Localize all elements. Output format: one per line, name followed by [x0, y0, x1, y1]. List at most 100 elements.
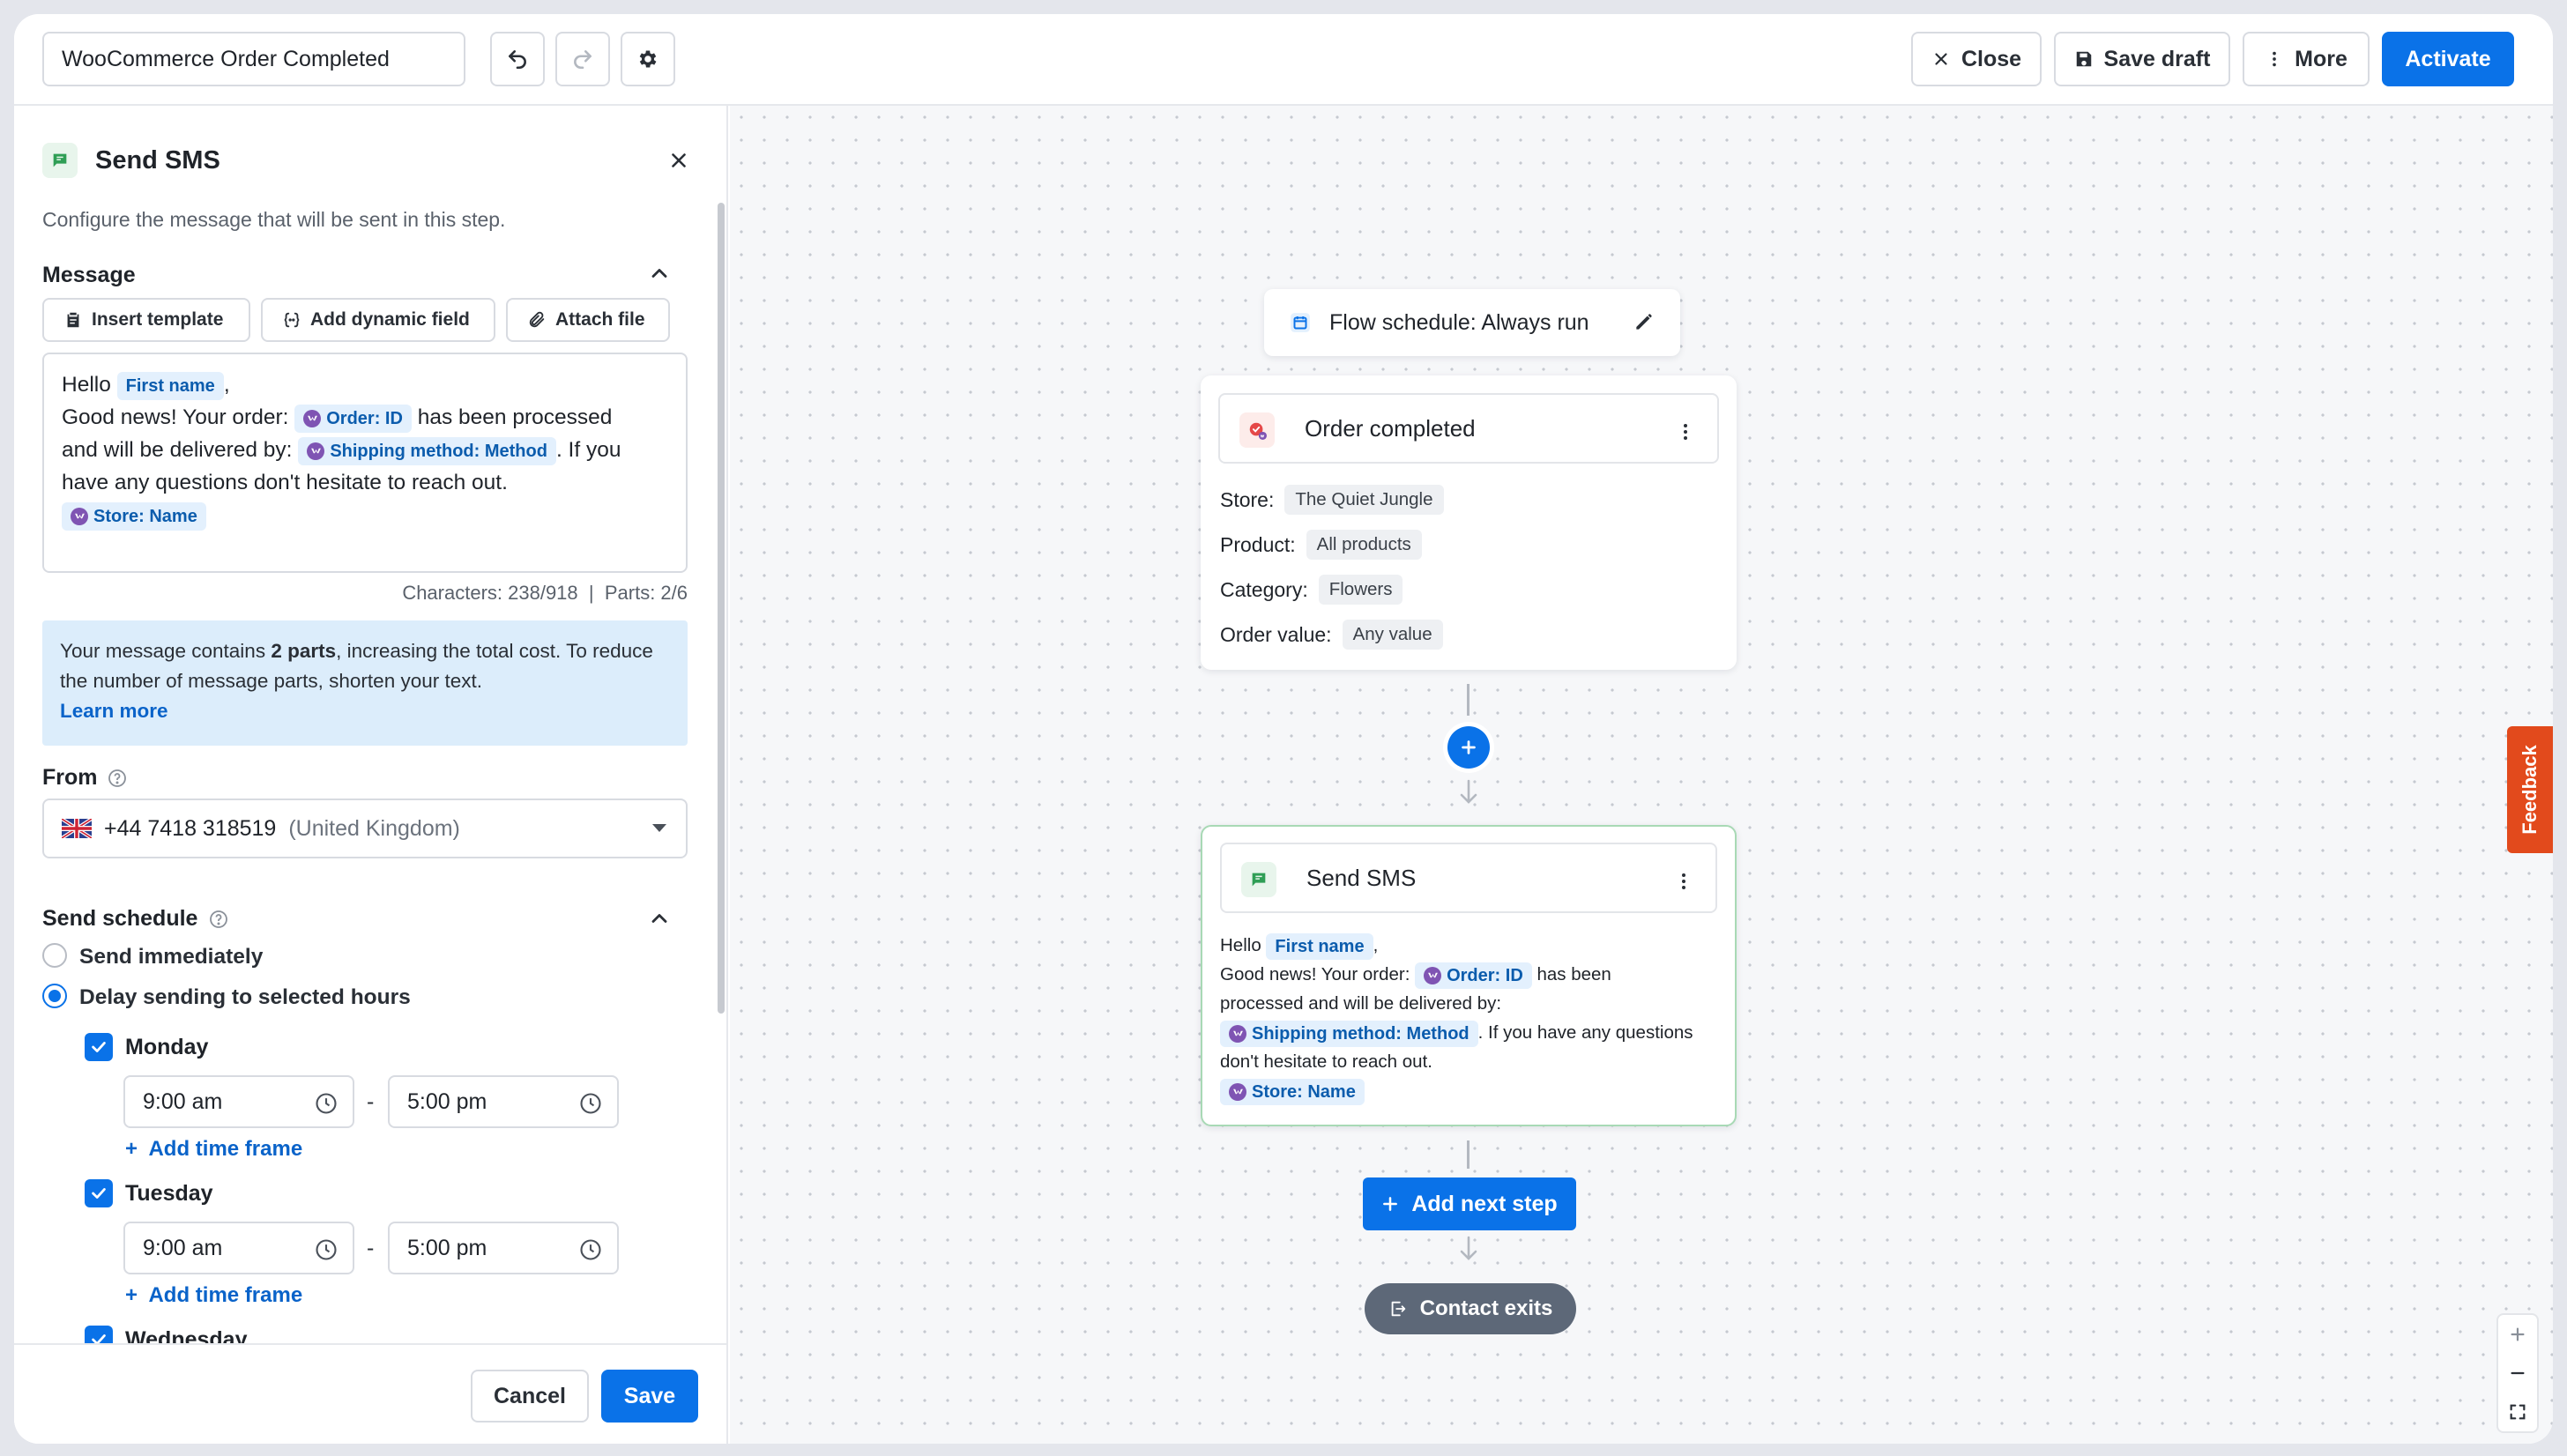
- paperclip-icon: [529, 311, 545, 328]
- kebab-icon: [2273, 51, 2276, 67]
- message-editor[interactable]: Hello First name, Good news! Your order:…: [42, 353, 688, 573]
- pencil-icon[interactable]: [1633, 310, 1656, 333]
- insert-template-button[interactable]: Insert template: [42, 298, 250, 342]
- learn-more-link[interactable]: Learn more: [60, 696, 670, 726]
- help-icon[interactable]: [107, 768, 128, 789]
- send-immediately-radio[interactable]: [42, 943, 67, 968]
- minus-icon: [2511, 1371, 2525, 1375]
- close-icon: [672, 153, 686, 167]
- monday-start-time-input[interactable]: 9:00 am: [123, 1075, 354, 1128]
- fit-view-button[interactable]: [2498, 1393, 2537, 1431]
- more-button[interactable]: More: [2243, 32, 2370, 86]
- woocommerce-icon: [1229, 1082, 1246, 1101]
- delay-sending-label: Delay sending to selected hours: [79, 985, 411, 1009]
- panel-scrollbar[interactable]: [718, 203, 725, 1014]
- check-icon: [92, 1042, 106, 1052]
- chevron-up-icon[interactable]: [647, 261, 672, 286]
- dynamic-field-first-name[interactable]: First name: [116, 371, 224, 400]
- settings-button[interactable]: [621, 32, 675, 86]
- from-number-select[interactable]: +44 7418 318519 (United Kingdom): [42, 799, 688, 858]
- monday-end-time-input[interactable]: 5:00 pm: [388, 1075, 619, 1128]
- zoom-out-button[interactable]: [2498, 1354, 2537, 1393]
- fullscreen-icon: [2510, 1404, 2526, 1420]
- close-button[interactable]: Close: [1911, 32, 2042, 86]
- plus-icon: [1383, 1197, 1398, 1211]
- woocommerce-icon: [1229, 1024, 1246, 1043]
- clock-icon: [316, 1239, 337, 1260]
- sms-step-icon: [42, 143, 78, 178]
- activate-button[interactable]: Activate: [2382, 32, 2514, 86]
- woocommerce-icon: [1424, 966, 1442, 984]
- attach-file-button[interactable]: Attach file: [506, 298, 670, 342]
- sms-node-header: Send SMS: [1220, 843, 1717, 913]
- flow-title-input[interactable]: WooCommerce Order Completed: [42, 32, 465, 86]
- undo-button[interactable]: [490, 32, 545, 86]
- save-draft-button[interactable]: Save draft: [2054, 32, 2230, 86]
- cancel-button[interactable]: Cancel: [471, 1370, 589, 1423]
- plus-icon: [1462, 740, 1476, 754]
- message-parts-notice: Your message contains 2 parts, increasin…: [42, 620, 688, 746]
- chevron-up-icon[interactable]: [647, 906, 672, 931]
- flow-canvas[interactable]: Flow schedule: Always run Order complete…: [730, 106, 2553, 1444]
- top-bar: WooCommerce Order Completed Close Save d…: [14, 14, 2553, 106]
- delay-sending-radio[interactable]: [42, 984, 67, 1008]
- dynamic-field-order-id: Order: ID: [1415, 962, 1532, 989]
- save-button[interactable]: Save: [601, 1370, 698, 1423]
- woocommerce-icon: [307, 442, 325, 460]
- from-label: From: [42, 765, 128, 791]
- dynamic-field-order-id[interactable]: Order: ID: [294, 404, 412, 433]
- uk-flag-icon: [62, 819, 92, 838]
- order-completed-trigger-card[interactable]: Order completed Store: The Quiet Jungle P…: [1201, 375, 1737, 670]
- kebab-icon[interactable]: [1678, 421, 1693, 442]
- zoom-in-button[interactable]: [2498, 1315, 2537, 1354]
- redo-icon: [574, 50, 592, 70]
- tuesday-start-time-input[interactable]: 9:00 am: [123, 1222, 354, 1274]
- trigger-row-order-value: Order value: Any value: [1220, 620, 1443, 650]
- arrow-down-icon: [1460, 1236, 1477, 1260]
- dynamic-field-store-name[interactable]: Store: Name: [62, 501, 206, 531]
- tuesday-add-time-frame-link[interactable]: + Add time frame: [125, 1283, 302, 1308]
- close-icon: [1935, 53, 1947, 65]
- calendar-icon: [1291, 313, 1310, 332]
- day-label-monday: Monday: [125, 1035, 209, 1059]
- monday-checkbox[interactable]: [85, 1033, 113, 1061]
- send-sms-step-card[interactable]: Send SMS Hello First name, Good news! Yo…: [1201, 825, 1737, 1126]
- woocommerce-icon: [71, 507, 88, 525]
- arrow-down-icon: [1460, 779, 1477, 804]
- dynamic-field-store-name: Store: Name: [1220, 1078, 1365, 1105]
- kebab-icon[interactable]: [1677, 871, 1691, 892]
- add-next-step-button[interactable]: Add next step: [1363, 1177, 1576, 1230]
- caret-down-icon: [652, 824, 666, 832]
- help-icon[interactable]: [208, 909, 229, 930]
- send-immediately-label: Send immediately: [79, 945, 264, 969]
- app-window: WooCommerce Order Completed Close Save d…: [14, 14, 2553, 1444]
- add-dynamic-field-button[interactable]: Add dynamic field: [261, 298, 495, 342]
- panel-close-button[interactable]: [663, 145, 695, 176]
- connector-line: [1467, 1140, 1470, 1169]
- clipboard-icon: [67, 312, 79, 328]
- clock-icon: [316, 1093, 337, 1114]
- insert-step-button[interactable]: [1447, 726, 1490, 769]
- monday-add-time-frame-link[interactable]: + Add time frame: [125, 1137, 302, 1162]
- send-schedule-header: Send schedule: [42, 906, 229, 932]
- zoom-controls: [2496, 1313, 2539, 1433]
- redo-button[interactable]: [555, 32, 610, 86]
- day-label-tuesday: Tuesday: [125, 1181, 213, 1206]
- tuesday-end-time-input[interactable]: 5:00 pm: [388, 1222, 619, 1274]
- braces-icon: [284, 312, 300, 328]
- trigger-row-product: Product: All products: [1220, 530, 1422, 560]
- exit-icon: [1391, 1301, 1405, 1317]
- feedback-tab[interactable]: Feedback: [2507, 726, 2553, 853]
- clock-icon: [580, 1093, 601, 1114]
- order-completed-icon: [1239, 412, 1275, 448]
- undo-icon: [509, 50, 526, 70]
- plus-icon: [2511, 1327, 2525, 1341]
- tuesday-checkbox[interactable]: [85, 1179, 113, 1207]
- dynamic-field-shipping-method: Shipping method: Method: [1220, 1020, 1478, 1047]
- flow-schedule-card[interactable]: Flow schedule: Always run: [1264, 289, 1680, 356]
- contact-exits-pill: Contact exits: [1365, 1283, 1576, 1334]
- message-section-title: Message: [42, 263, 136, 287]
- connector-line: [1467, 684, 1470, 716]
- woocommerce-icon: [303, 409, 322, 427]
- dynamic-field-shipping-method[interactable]: Shipping method: Method: [298, 436, 556, 465]
